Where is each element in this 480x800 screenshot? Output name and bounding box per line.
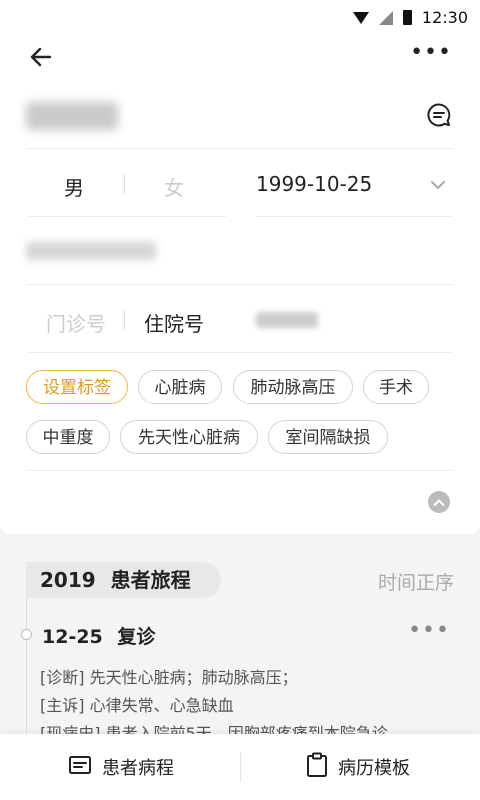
tag-chip[interactable]: 心脏病: [138, 370, 222, 404]
battery-icon: [402, 10, 412, 25]
list-icon: [68, 755, 92, 780]
record-template-label: 病历模板: [338, 758, 410, 779]
collapse-chevron-icon[interactable]: [428, 491, 450, 513]
set-tag-button[interactable]: 设置标签: [26, 370, 128, 404]
status-bar: 12:30: [0, 0, 480, 36]
back-arrow-icon[interactable]: [28, 44, 54, 74]
clipboard-icon: [306, 752, 328, 783]
tag-chip[interactable]: 先天性心脏病: [120, 420, 258, 454]
journey-year: 2019: [40, 568, 96, 592]
wifi-icon: [352, 11, 369, 24]
divider: [26, 284, 454, 285]
chat-icon[interactable]: [426, 102, 452, 132]
gender-separator: [124, 174, 125, 194]
gender-female-option[interactable]: 女: [164, 172, 184, 201]
visit-date: 12-25: [42, 626, 103, 648]
timeline-node: [21, 629, 32, 640]
gender-male-option[interactable]: 男: [64, 172, 84, 201]
chevron-down-icon[interactable]: [430, 176, 446, 195]
journey-title: 患者旅程: [110, 568, 191, 592]
patient-course-tab[interactable]: 患者病程: [68, 734, 174, 800]
status-time: 12:30: [421, 8, 468, 27]
visit-type: 复诊: [117, 626, 156, 648]
journey-year-chip: 2019 患者旅程: [26, 562, 221, 598]
more-options-icon[interactable]: •••: [410, 42, 452, 64]
divider: [26, 352, 454, 353]
birth-date-field[interactable]: 1999-10-25: [256, 172, 372, 196]
bottom-nav-separator: [240, 752, 241, 782]
patient-journey: 2019 患者旅程 时间正序 12-25 复诊 ••• [诊断] 先天性心脏病；…: [0, 554, 480, 758]
patient-course-label: 患者病程: [102, 758, 174, 779]
tag-chip[interactable]: 肺动脉高压: [233, 370, 353, 404]
patient-name-redacted[interactable]: [26, 102, 118, 130]
number-type-separator: [124, 310, 125, 330]
visit-complaint: [主诉] 心律失常、心急缺血: [40, 696, 234, 715]
visit-diagnosis: [诊断] 先天性心脏病；肺动脉高压；: [40, 668, 298, 687]
patient-card: ••• 男 女 1999-10-25 门诊号 住院号 设置标签 心脏病 肺动脉高…: [0, 36, 480, 534]
inpatient-number-tab[interactable]: 住院号: [144, 308, 204, 337]
tag-chip[interactable]: 中重度: [26, 420, 110, 454]
sort-order-toggle[interactable]: 时间正序: [378, 568, 454, 595]
visit-more-icon[interactable]: •••: [408, 618, 450, 643]
record-template-tab[interactable]: 病历模板: [306, 734, 410, 800]
clinic-number-tab[interactable]: 门诊号: [46, 308, 106, 337]
divider: [26, 470, 454, 471]
divider: [26, 216, 226, 217]
divider: [26, 148, 454, 149]
tag-chip[interactable]: 室间隔缺损: [268, 420, 388, 454]
divider: [256, 216, 454, 217]
tag-chip[interactable]: 手术: [363, 370, 429, 404]
inpatient-number-redacted[interactable]: [256, 312, 318, 328]
bottom-nav: 患者病程 病历模板: [0, 734, 480, 800]
visit-title[interactable]: 12-25 复诊: [42, 622, 155, 649]
phone-number-redacted[interactable]: [26, 242, 156, 260]
signal-icon: [378, 10, 393, 25]
